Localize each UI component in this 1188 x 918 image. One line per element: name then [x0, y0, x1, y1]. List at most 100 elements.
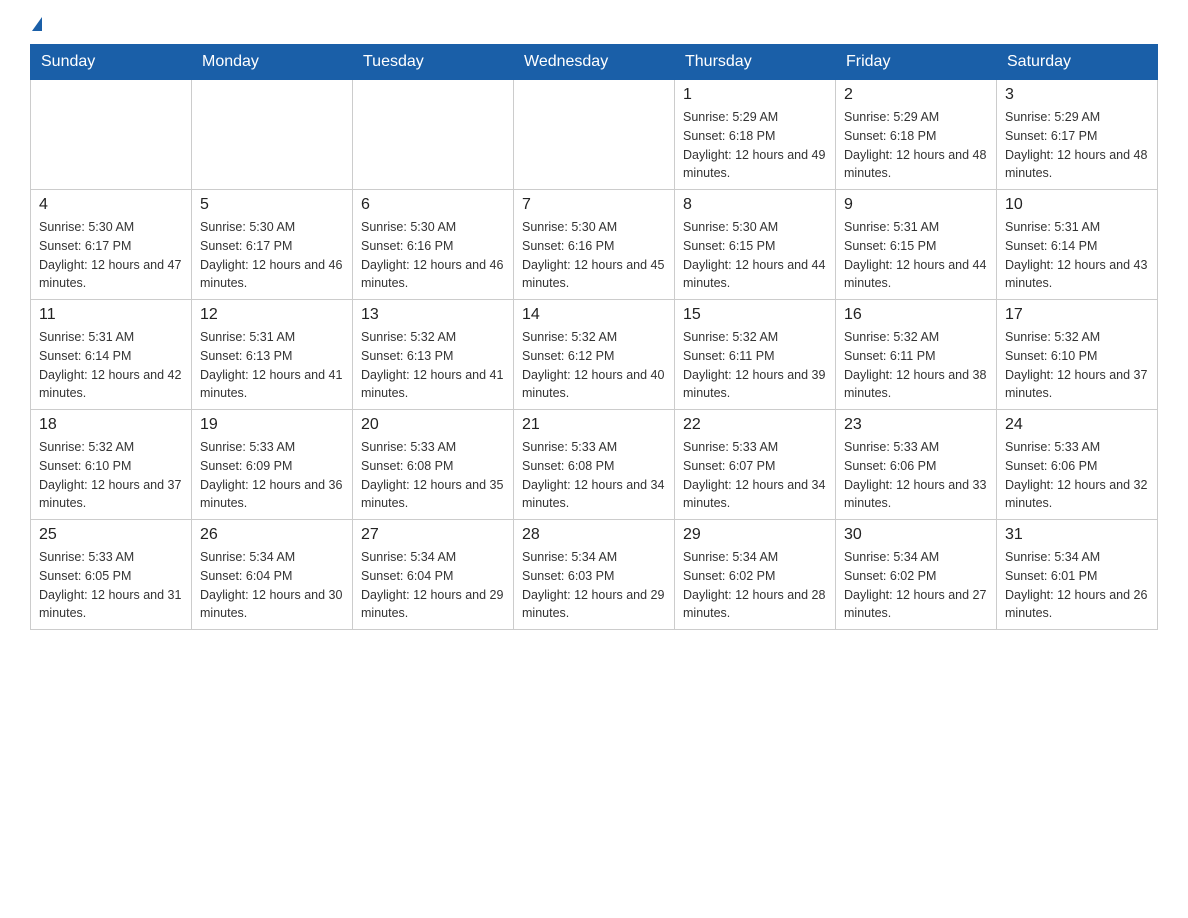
calendar-cell: 16Sunrise: 5:32 AMSunset: 6:11 PMDayligh… [836, 300, 997, 410]
day-number: 10 [1005, 196, 1149, 214]
day-number: 8 [683, 196, 827, 214]
calendar-cell: 31 Sunrise: 5:34 AMSunset: 6:01 PMDayligh… [997, 520, 1158, 630]
day-info: Sunrise: 5:29 AMSunset: 6:18 PMDaylight:… [844, 108, 988, 183]
day-number: 2 [844, 86, 988, 104]
day-number: 13 [361, 306, 505, 324]
logo-triangle-icon [32, 17, 42, 31]
day-number: 25 [39, 526, 183, 544]
weekday-header-friday: Friday [836, 45, 997, 80]
calendar-cell: 8 Sunrise: 5:30 AMSunset: 6:15 PMDaylight… [675, 190, 836, 300]
day-number: 4 [39, 196, 183, 214]
week-row-2: 4 Sunrise: 5:30 AMSunset: 6:17 PMDaylight… [31, 190, 1158, 300]
day-info: Sunrise: 5:34 AMSunset: 6:04 PMDaylight:… [200, 548, 344, 623]
calendar-cell [192, 80, 353, 190]
day-info: Sunrise: 5:30 AMSunset: 6:17 PMDaylight:… [200, 218, 344, 293]
day-number: 18 [39, 416, 183, 434]
calendar-cell: 17 Sunrise: 5:32 AMSunset: 6:10 PMDayligh… [997, 300, 1158, 410]
calendar-cell: 27 Sunrise: 5:34 AMSunset: 6:04 PMDayligh… [353, 520, 514, 630]
calendar-cell [353, 80, 514, 190]
header [30, 20, 1158, 34]
day-info: Sunrise: 5:34 AMSunset: 6:02 PMDaylight:… [844, 548, 988, 623]
calendar-cell: 25 Sunrise: 5:33 AMSunset: 6:05 PMDayligh… [31, 520, 192, 630]
calendar-cell [514, 80, 675, 190]
day-number: 12 [200, 306, 344, 324]
calendar-cell: 9 Sunrise: 5:31 AMSunset: 6:15 PMDaylight… [836, 190, 997, 300]
day-number: 1 [683, 86, 827, 104]
weekday-header-row: SundayMondayTuesdayWednesdayThursdayFrid… [31, 45, 1158, 80]
day-info: Sunrise: 5:33 AMSunset: 6:06 PMDaylight:… [844, 438, 988, 513]
calendar-cell: 30 Sunrise: 5:34 AMSunset: 6:02 PMDayligh… [836, 520, 997, 630]
calendar-cell: 4Sunrise: 5:30 AMSunset: 6:17 PMDaylight… [31, 190, 192, 300]
day-number: 11 [39, 306, 183, 324]
calendar-cell: 23 Sunrise: 5:33 AMSunset: 6:06 PMDayligh… [836, 410, 997, 520]
calendar-cell: 21 Sunrise: 5:33 AMSunset: 6:08 PMDayligh… [514, 410, 675, 520]
day-number: 27 [361, 526, 505, 544]
day-info: Sunrise: 5:32 AMSunset: 6:13 PMDaylight:… [361, 328, 505, 403]
calendar-cell: 7 Sunrise: 5:30 AMSunset: 6:16 PMDaylight… [514, 190, 675, 300]
day-number: 20 [361, 416, 505, 434]
day-number: 22 [683, 416, 827, 434]
calendar-cell: 3Sunrise: 5:29 AMSunset: 6:17 PMDaylight… [997, 80, 1158, 190]
weekday-header-wednesday: Wednesday [514, 45, 675, 80]
day-number: 31 [1005, 526, 1149, 544]
calendar-cell: 26 Sunrise: 5:34 AMSunset: 6:04 PMDayligh… [192, 520, 353, 630]
calendar-cell: 29Sunrise: 5:34 AMSunset: 6:02 PMDayligh… [675, 520, 836, 630]
day-info: Sunrise: 5:30 AMSunset: 6:16 PMDaylight:… [522, 218, 666, 293]
calendar-cell: 5 Sunrise: 5:30 AMSunset: 6:17 PMDaylight… [192, 190, 353, 300]
day-info: Sunrise: 5:29 AMSunset: 6:17 PMDaylight:… [1005, 108, 1149, 183]
day-info: Sunrise: 5:34 AMSunset: 6:01 PMDaylight:… [1005, 548, 1149, 623]
day-number: 21 [522, 416, 666, 434]
day-number: 29 [683, 526, 827, 544]
calendar-cell: 2 Sunrise: 5:29 AMSunset: 6:18 PMDaylight… [836, 80, 997, 190]
calendar-table: SundayMondayTuesdayWednesdayThursdayFrid… [30, 44, 1158, 630]
calendar-cell: 22 Sunrise: 5:33 AMSunset: 6:07 PMDayligh… [675, 410, 836, 520]
week-row-1: 1 Sunrise: 5:29 AMSunset: 6:18 PMDaylight… [31, 80, 1158, 190]
day-info: Sunrise: 5:34 AMSunset: 6:04 PMDaylight:… [361, 548, 505, 623]
day-info: Sunrise: 5:33 AMSunset: 6:08 PMDaylight:… [361, 438, 505, 513]
week-row-4: 18Sunrise: 5:32 AMSunset: 6:10 PMDayligh… [31, 410, 1158, 520]
day-info: Sunrise: 5:33 AMSunset: 6:09 PMDaylight:… [200, 438, 344, 513]
weekday-header-thursday: Thursday [675, 45, 836, 80]
calendar-cell: 1 Sunrise: 5:29 AMSunset: 6:18 PMDaylight… [675, 80, 836, 190]
calendar-cell: 19Sunrise: 5:33 AMSunset: 6:09 PMDayligh… [192, 410, 353, 520]
day-info: Sunrise: 5:33 AMSunset: 6:06 PMDaylight:… [1005, 438, 1149, 513]
day-info: Sunrise: 5:32 AMSunset: 6:10 PMDaylight:… [1005, 328, 1149, 403]
calendar-cell: 6Sunrise: 5:30 AMSunset: 6:16 PMDaylight… [353, 190, 514, 300]
day-number: 16 [844, 306, 988, 324]
day-info: Sunrise: 5:31 AMSunset: 6:13 PMDaylight:… [200, 328, 344, 403]
week-row-5: 25 Sunrise: 5:33 AMSunset: 6:05 PMDayligh… [31, 520, 1158, 630]
day-number: 23 [844, 416, 988, 434]
day-number: 26 [200, 526, 344, 544]
day-info: Sunrise: 5:32 AMSunset: 6:12 PMDaylight:… [522, 328, 666, 403]
day-info: Sunrise: 5:33 AMSunset: 6:08 PMDaylight:… [522, 438, 666, 513]
day-number: 5 [200, 196, 344, 214]
day-info: Sunrise: 5:30 AMSunset: 6:15 PMDaylight:… [683, 218, 827, 293]
day-number: 28 [522, 526, 666, 544]
day-number: 17 [1005, 306, 1149, 324]
day-info: Sunrise: 5:31 AMSunset: 6:14 PMDaylight:… [39, 328, 183, 403]
calendar-cell: 14 Sunrise: 5:32 AMSunset: 6:12 PMDayligh… [514, 300, 675, 410]
weekday-header-sunday: Sunday [31, 45, 192, 80]
day-info: Sunrise: 5:32 AMSunset: 6:11 PMDaylight:… [683, 328, 827, 403]
day-number: 7 [522, 196, 666, 214]
calendar-cell: 12 Sunrise: 5:31 AMSunset: 6:13 PMDayligh… [192, 300, 353, 410]
calendar-cell: 28Sunrise: 5:34 AMSunset: 6:03 PMDayligh… [514, 520, 675, 630]
calendar-cell: 10 Sunrise: 5:31 AMSunset: 6:14 PMDayligh… [997, 190, 1158, 300]
day-number: 9 [844, 196, 988, 214]
calendar-cell: 11 Sunrise: 5:31 AMSunset: 6:14 PMDayligh… [31, 300, 192, 410]
day-info: Sunrise: 5:33 AMSunset: 6:07 PMDaylight:… [683, 438, 827, 513]
day-info: Sunrise: 5:33 AMSunset: 6:05 PMDaylight:… [39, 548, 183, 623]
week-row-3: 11 Sunrise: 5:31 AMSunset: 6:14 PMDayligh… [31, 300, 1158, 410]
weekday-header-tuesday: Tuesday [353, 45, 514, 80]
calendar-cell: 24 Sunrise: 5:33 AMSunset: 6:06 PMDayligh… [997, 410, 1158, 520]
day-info: Sunrise: 5:31 AMSunset: 6:15 PMDaylight:… [844, 218, 988, 293]
day-number: 24 [1005, 416, 1149, 434]
day-number: 15 [683, 306, 827, 324]
weekday-header-monday: Monday [192, 45, 353, 80]
day-number: 30 [844, 526, 988, 544]
day-number: 6 [361, 196, 505, 214]
day-number: 14 [522, 306, 666, 324]
logo [30, 20, 42, 34]
day-info: Sunrise: 5:31 AMSunset: 6:14 PMDaylight:… [1005, 218, 1149, 293]
day-info: Sunrise: 5:29 AMSunset: 6:18 PMDaylight:… [683, 108, 827, 183]
